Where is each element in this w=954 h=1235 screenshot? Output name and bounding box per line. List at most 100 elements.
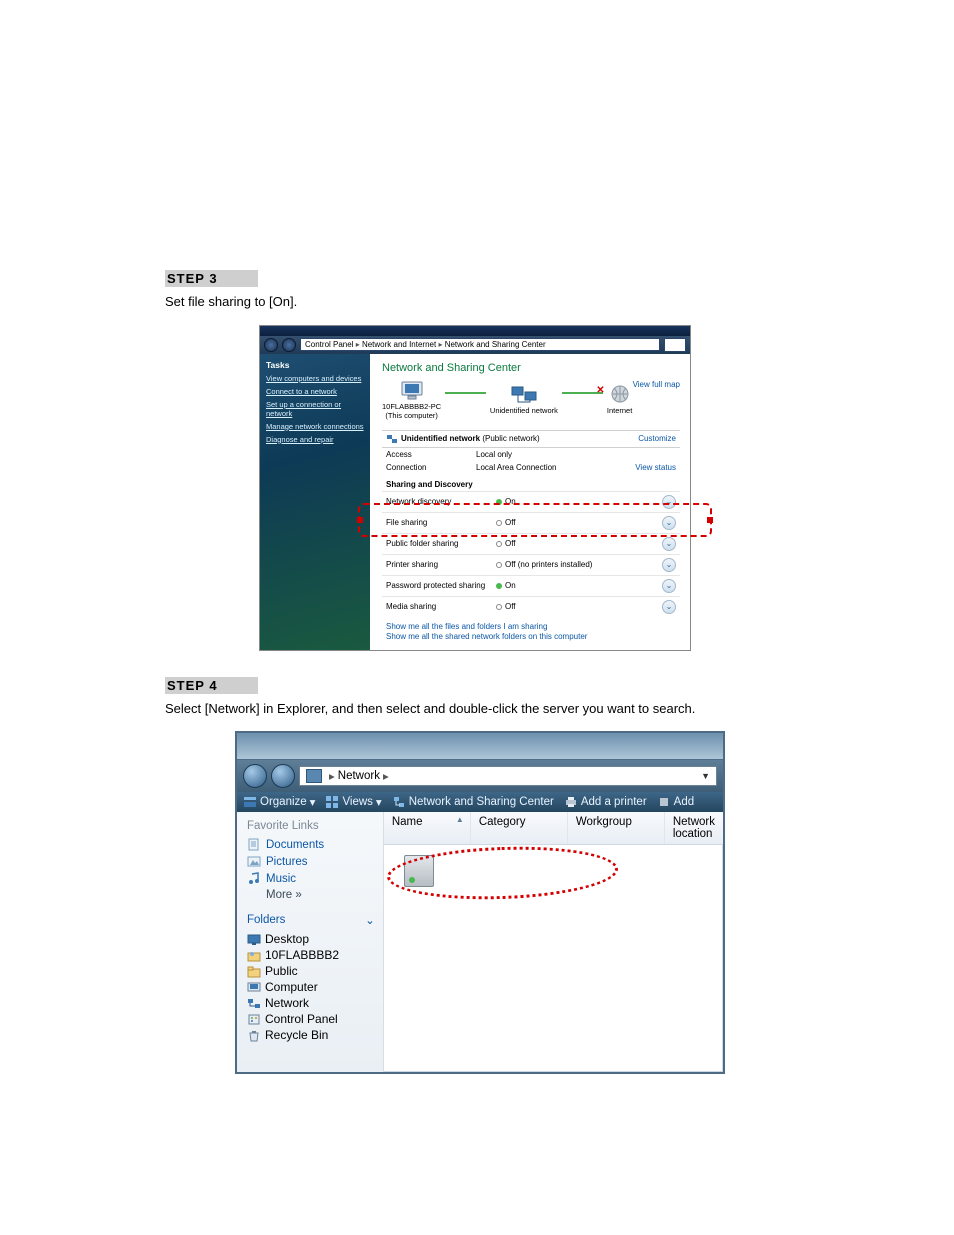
favorite-links-header: Favorite Links — [247, 820, 375, 832]
window-titlebar — [237, 733, 723, 760]
task-link[interactable]: Set up a connection or network — [266, 400, 364, 418]
network-icon — [511, 384, 537, 406]
add-printer-button[interactable]: Add a printer — [564, 795, 647, 809]
row-network-discovery[interactable]: Network discovery On ⌄ — [382, 491, 680, 512]
printer-icon — [564, 795, 578, 809]
breadcrumb[interactable]: ▸ Network ▸ ▼ — [299, 766, 717, 786]
link-shared-folders[interactable]: Show me all the shared network folders o… — [386, 632, 676, 641]
add-button-truncated[interactable]: Add — [657, 795, 694, 809]
view-full-map-link[interactable]: View full map — [633, 380, 680, 389]
folder-tree: Desktop 10FLABBBB2 Public Computer — [247, 931, 375, 1043]
folders-header[interactable]: Folders ⌄ — [247, 913, 375, 927]
fav-music[interactable]: Music — [247, 870, 375, 887]
tree-computer[interactable]: Computer — [247, 979, 375, 995]
step-3-label: STEP 3 — [165, 270, 258, 287]
tree-public[interactable]: Public — [247, 963, 375, 979]
tree-user[interactable]: 10FLABBBB2 — [247, 947, 375, 963]
server-device-icon[interactable] — [404, 855, 434, 887]
step-4-label: STEP 4 — [165, 677, 258, 694]
search-input[interactable] — [664, 338, 686, 352]
screenshot-explorer-network: ▸ Network ▸ ▼ Organize ▾ Views ▾ Network… — [235, 731, 725, 1074]
breadcrumb-item[interactable]: Control Panel — [305, 340, 353, 349]
task-link[interactable]: Connect to a network — [266, 387, 364, 396]
organize-button[interactable]: Organize ▾ — [243, 795, 315, 809]
link-files-sharing[interactable]: Show me all the files and folders I am s… — [386, 622, 676, 631]
status-dot-off-icon — [496, 562, 502, 568]
kv-connection: Connection Local Area Connection View st… — [382, 461, 680, 474]
sharing-discovery-header: Sharing and Discovery — [382, 474, 680, 491]
music-icon — [247, 872, 261, 885]
map-node-internet: Internet — [607, 384, 633, 415]
task-link[interactable]: Manage network connections — [266, 422, 364, 431]
row-media-sharing[interactable]: Media sharing Off ⌄ — [382, 596, 680, 617]
organize-icon — [243, 795, 257, 809]
tree-recycle-bin[interactable]: Recycle Bin — [247, 1027, 375, 1043]
file-list: Name▲ Category Workgroup Network locatio… — [384, 812, 723, 1072]
status-dot-off-icon — [496, 541, 502, 547]
forward-button[interactable] — [282, 338, 296, 352]
expand-button[interactable]: ⌄ — [662, 495, 676, 509]
network-icon — [247, 997, 261, 1010]
fav-documents[interactable]: Documents — [247, 836, 375, 853]
breadcrumb-dropdown[interactable]: ▼ — [701, 771, 710, 781]
address-bar: ▸ Network ▸ ▼ — [237, 760, 723, 792]
breadcrumb-item[interactable]: Network and Sharing Center — [445, 340, 546, 349]
expand-button[interactable]: ⌄ — [662, 579, 676, 593]
pictures-icon — [247, 855, 261, 868]
desktop-icon — [247, 933, 261, 946]
back-button[interactable] — [243, 764, 267, 788]
bottom-links: Show me all the files and folders I am s… — [382, 617, 680, 644]
computer-icon — [399, 380, 425, 402]
device-icon — [657, 795, 671, 809]
row-file-sharing[interactable]: File sharing Off ⌄ — [382, 512, 680, 533]
screenshot-network-sharing-center: Control Panel Network and Internet Netwo… — [259, 325, 691, 651]
window-titlebar — [260, 326, 690, 336]
col-network-location[interactable]: Network location — [665, 812, 723, 844]
documents-icon — [247, 838, 261, 851]
fav-more[interactable]: More » — [247, 887, 375, 903]
nsc-icon — [392, 795, 406, 809]
status-dot-on-icon — [496, 583, 502, 589]
fav-pictures[interactable]: Pictures — [247, 853, 375, 870]
tree-network[interactable]: Network — [247, 995, 375, 1011]
chevron-down-icon: ⌄ — [365, 913, 375, 927]
col-category[interactable]: Category — [471, 812, 568, 844]
network-section-header: Unidentified network (Public network) Cu… — [382, 430, 680, 448]
tasks-header: Tasks — [266, 360, 364, 370]
task-link[interactable]: Diagnose and repair — [266, 435, 364, 444]
customize-link[interactable]: Customize — [638, 434, 676, 443]
task-link[interactable]: View computers and devices — [266, 374, 364, 383]
network-icon — [306, 769, 322, 783]
network-sharing-center-button[interactable]: Network and Sharing Center — [392, 795, 554, 809]
page-title: Network and Sharing Center — [382, 362, 680, 374]
kv-access: Access Local only — [382, 448, 680, 461]
expand-button[interactable]: ⌄ — [662, 558, 676, 572]
back-button[interactable] — [264, 338, 278, 352]
user-folder-icon — [247, 949, 261, 962]
breadcrumb[interactable]: Control Panel Network and Internet Netwo… — [300, 338, 660, 351]
forward-button[interactable] — [271, 764, 295, 788]
views-button[interactable]: Views ▾ — [325, 795, 381, 809]
expand-button[interactable]: ⌄ — [662, 537, 676, 551]
col-workgroup[interactable]: Workgroup — [568, 812, 665, 844]
breadcrumb-item[interactable]: Network and Internet — [362, 340, 436, 349]
tree-control-panel[interactable]: Control Panel — [247, 1011, 375, 1027]
breadcrumb-item[interactable]: Network — [338, 770, 380, 782]
step-3-text: Set file sharing to [On]. — [165, 293, 789, 311]
map-node-network: Unidentified network — [490, 384, 558, 415]
step-4-text: Select [Network] in Explorer, and then s… — [165, 700, 789, 718]
network-small-icon — [386, 434, 398, 444]
col-name[interactable]: Name▲ — [384, 812, 471, 844]
expand-button[interactable]: ⌄ — [662, 516, 676, 530]
expand-button[interactable]: ⌄ — [662, 600, 676, 614]
globe-icon — [607, 384, 633, 406]
row-password-protected-sharing[interactable]: Password protected sharing On ⌄ — [382, 575, 680, 596]
tree-desktop[interactable]: Desktop — [247, 931, 375, 947]
views-icon — [325, 795, 339, 809]
row-printer-sharing[interactable]: Printer sharing Off (no printers install… — [382, 554, 680, 575]
view-status-link[interactable]: View status — [635, 463, 676, 472]
control-panel-icon — [247, 1013, 261, 1026]
row-public-folder-sharing[interactable]: Public folder sharing Off ⌄ — [382, 533, 680, 554]
map-node-this-pc: 10FLABBBB2-PC (This computer) — [382, 380, 441, 420]
folder-icon — [247, 965, 261, 978]
